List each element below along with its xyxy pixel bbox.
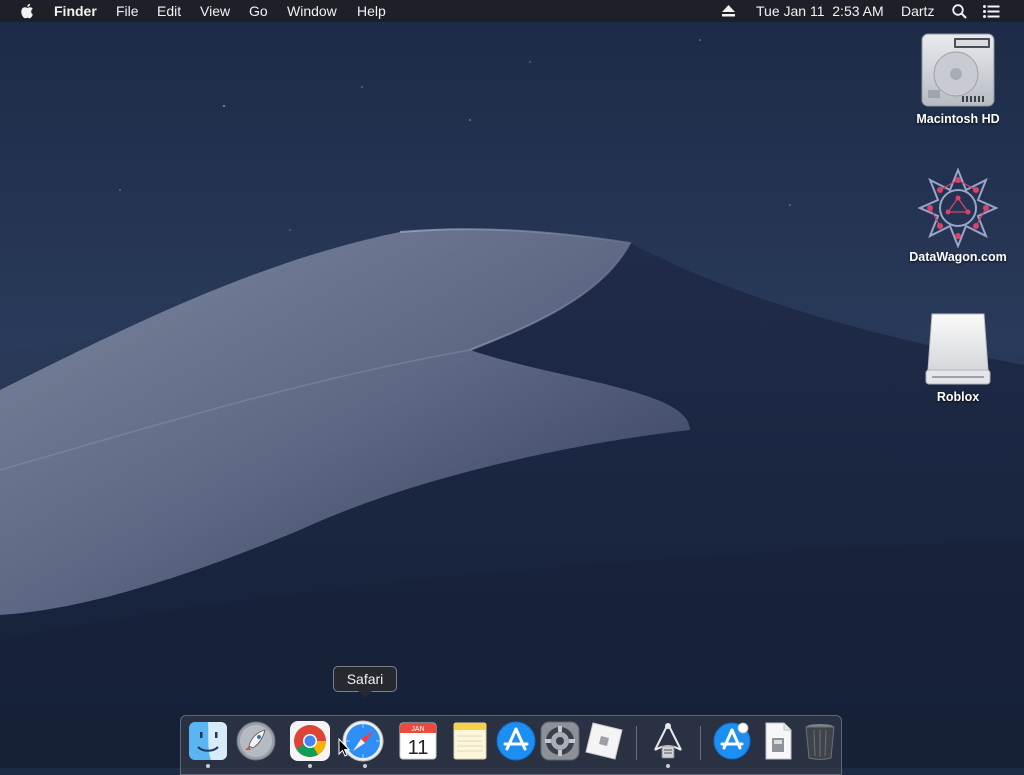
dock-app-calendar[interactable]: JAN 11 bbox=[397, 720, 439, 762]
app-store-icon bbox=[496, 721, 536, 761]
roblox-icon bbox=[585, 722, 623, 760]
calendar-month: JAN bbox=[411, 726, 424, 733]
menu-clock[interactable]: Tue Jan 11 2:53 AM bbox=[756, 0, 884, 22]
dock-app-finder[interactable] bbox=[187, 720, 229, 762]
dock-separator bbox=[700, 726, 701, 760]
menu-edit[interactable]: Edit bbox=[157, 0, 181, 22]
dock-app-app-store-downloads[interactable] bbox=[711, 720, 753, 762]
dock: JAN 11 bbox=[180, 715, 842, 775]
document-icon bbox=[765, 722, 792, 760]
dock-tooltip-arrow bbox=[358, 691, 372, 698]
running-indicator bbox=[363, 764, 367, 768]
desktop-icon-label: Macintosh HD bbox=[916, 112, 1000, 126]
dock-app-system-preferences[interactable] bbox=[539, 720, 581, 762]
menu-user[interactable]: Dartz bbox=[901, 0, 934, 22]
menu-view[interactable]: View bbox=[200, 0, 230, 22]
finder-icon bbox=[189, 722, 227, 760]
menu-window[interactable]: Window bbox=[287, 0, 337, 22]
dock-app-launchpad[interactable] bbox=[235, 720, 277, 762]
menu-bar: Finder File Edit View Go Window Help Tue… bbox=[0, 0, 1024, 22]
gear-icon bbox=[540, 721, 580, 761]
desktop-icon-label: DataWagon.com bbox=[909, 250, 1007, 264]
running-indicator bbox=[666, 764, 670, 768]
dock-app-notes[interactable] bbox=[449, 720, 491, 762]
list-icon[interactable] bbox=[983, 0, 1001, 22]
dock-separator bbox=[636, 726, 637, 760]
desktop-icon-label: Roblox bbox=[936, 390, 980, 404]
eject-icon[interactable] bbox=[722, 0, 736, 22]
app-menu-finder[interactable]: Finder bbox=[54, 0, 97, 22]
network-icon bbox=[654, 723, 682, 759]
dock-app-trash[interactable] bbox=[799, 720, 841, 762]
apple-logo-icon[interactable] bbox=[20, 0, 36, 22]
calendar-icon: JAN 11 bbox=[399, 722, 437, 760]
menu-file[interactable]: File bbox=[116, 0, 139, 22]
desktop-icon-datawagon[interactable]: DataWagon.com bbox=[903, 167, 1013, 264]
external-drive-icon bbox=[918, 308, 998, 388]
running-indicator bbox=[206, 764, 210, 768]
chrome-icon bbox=[290, 721, 330, 761]
menu-help[interactable]: Help bbox=[357, 0, 386, 22]
app-store-folder-icon bbox=[713, 722, 751, 760]
dock-tooltip: Safari bbox=[333, 666, 397, 692]
mouse-cursor-icon bbox=[338, 738, 350, 757]
dock-app-roblox[interactable] bbox=[583, 720, 625, 762]
desktop-icon-macintosh-hd[interactable]: Macintosh HD bbox=[903, 30, 1013, 126]
dock-app-app-store[interactable] bbox=[495, 720, 537, 762]
magnifier-icon[interactable] bbox=[952, 0, 968, 22]
desktop-wallpaper bbox=[0, 0, 1024, 768]
trash-icon bbox=[805, 724, 835, 760]
notes-icon bbox=[453, 722, 487, 760]
rocket-icon bbox=[236, 721, 276, 761]
datawagon-icon bbox=[917, 167, 999, 249]
hard-drive-icon bbox=[918, 30, 998, 110]
running-indicator bbox=[308, 764, 312, 768]
calendar-day: 11 bbox=[408, 737, 429, 759]
dock-app-utility[interactable] bbox=[647, 720, 689, 762]
desktop-icon-roblox[interactable]: Roblox bbox=[903, 308, 1013, 404]
menu-go[interactable]: Go bbox=[249, 0, 268, 22]
dock-app-document[interactable] bbox=[757, 720, 799, 762]
dock-app-chrome[interactable] bbox=[289, 720, 331, 762]
